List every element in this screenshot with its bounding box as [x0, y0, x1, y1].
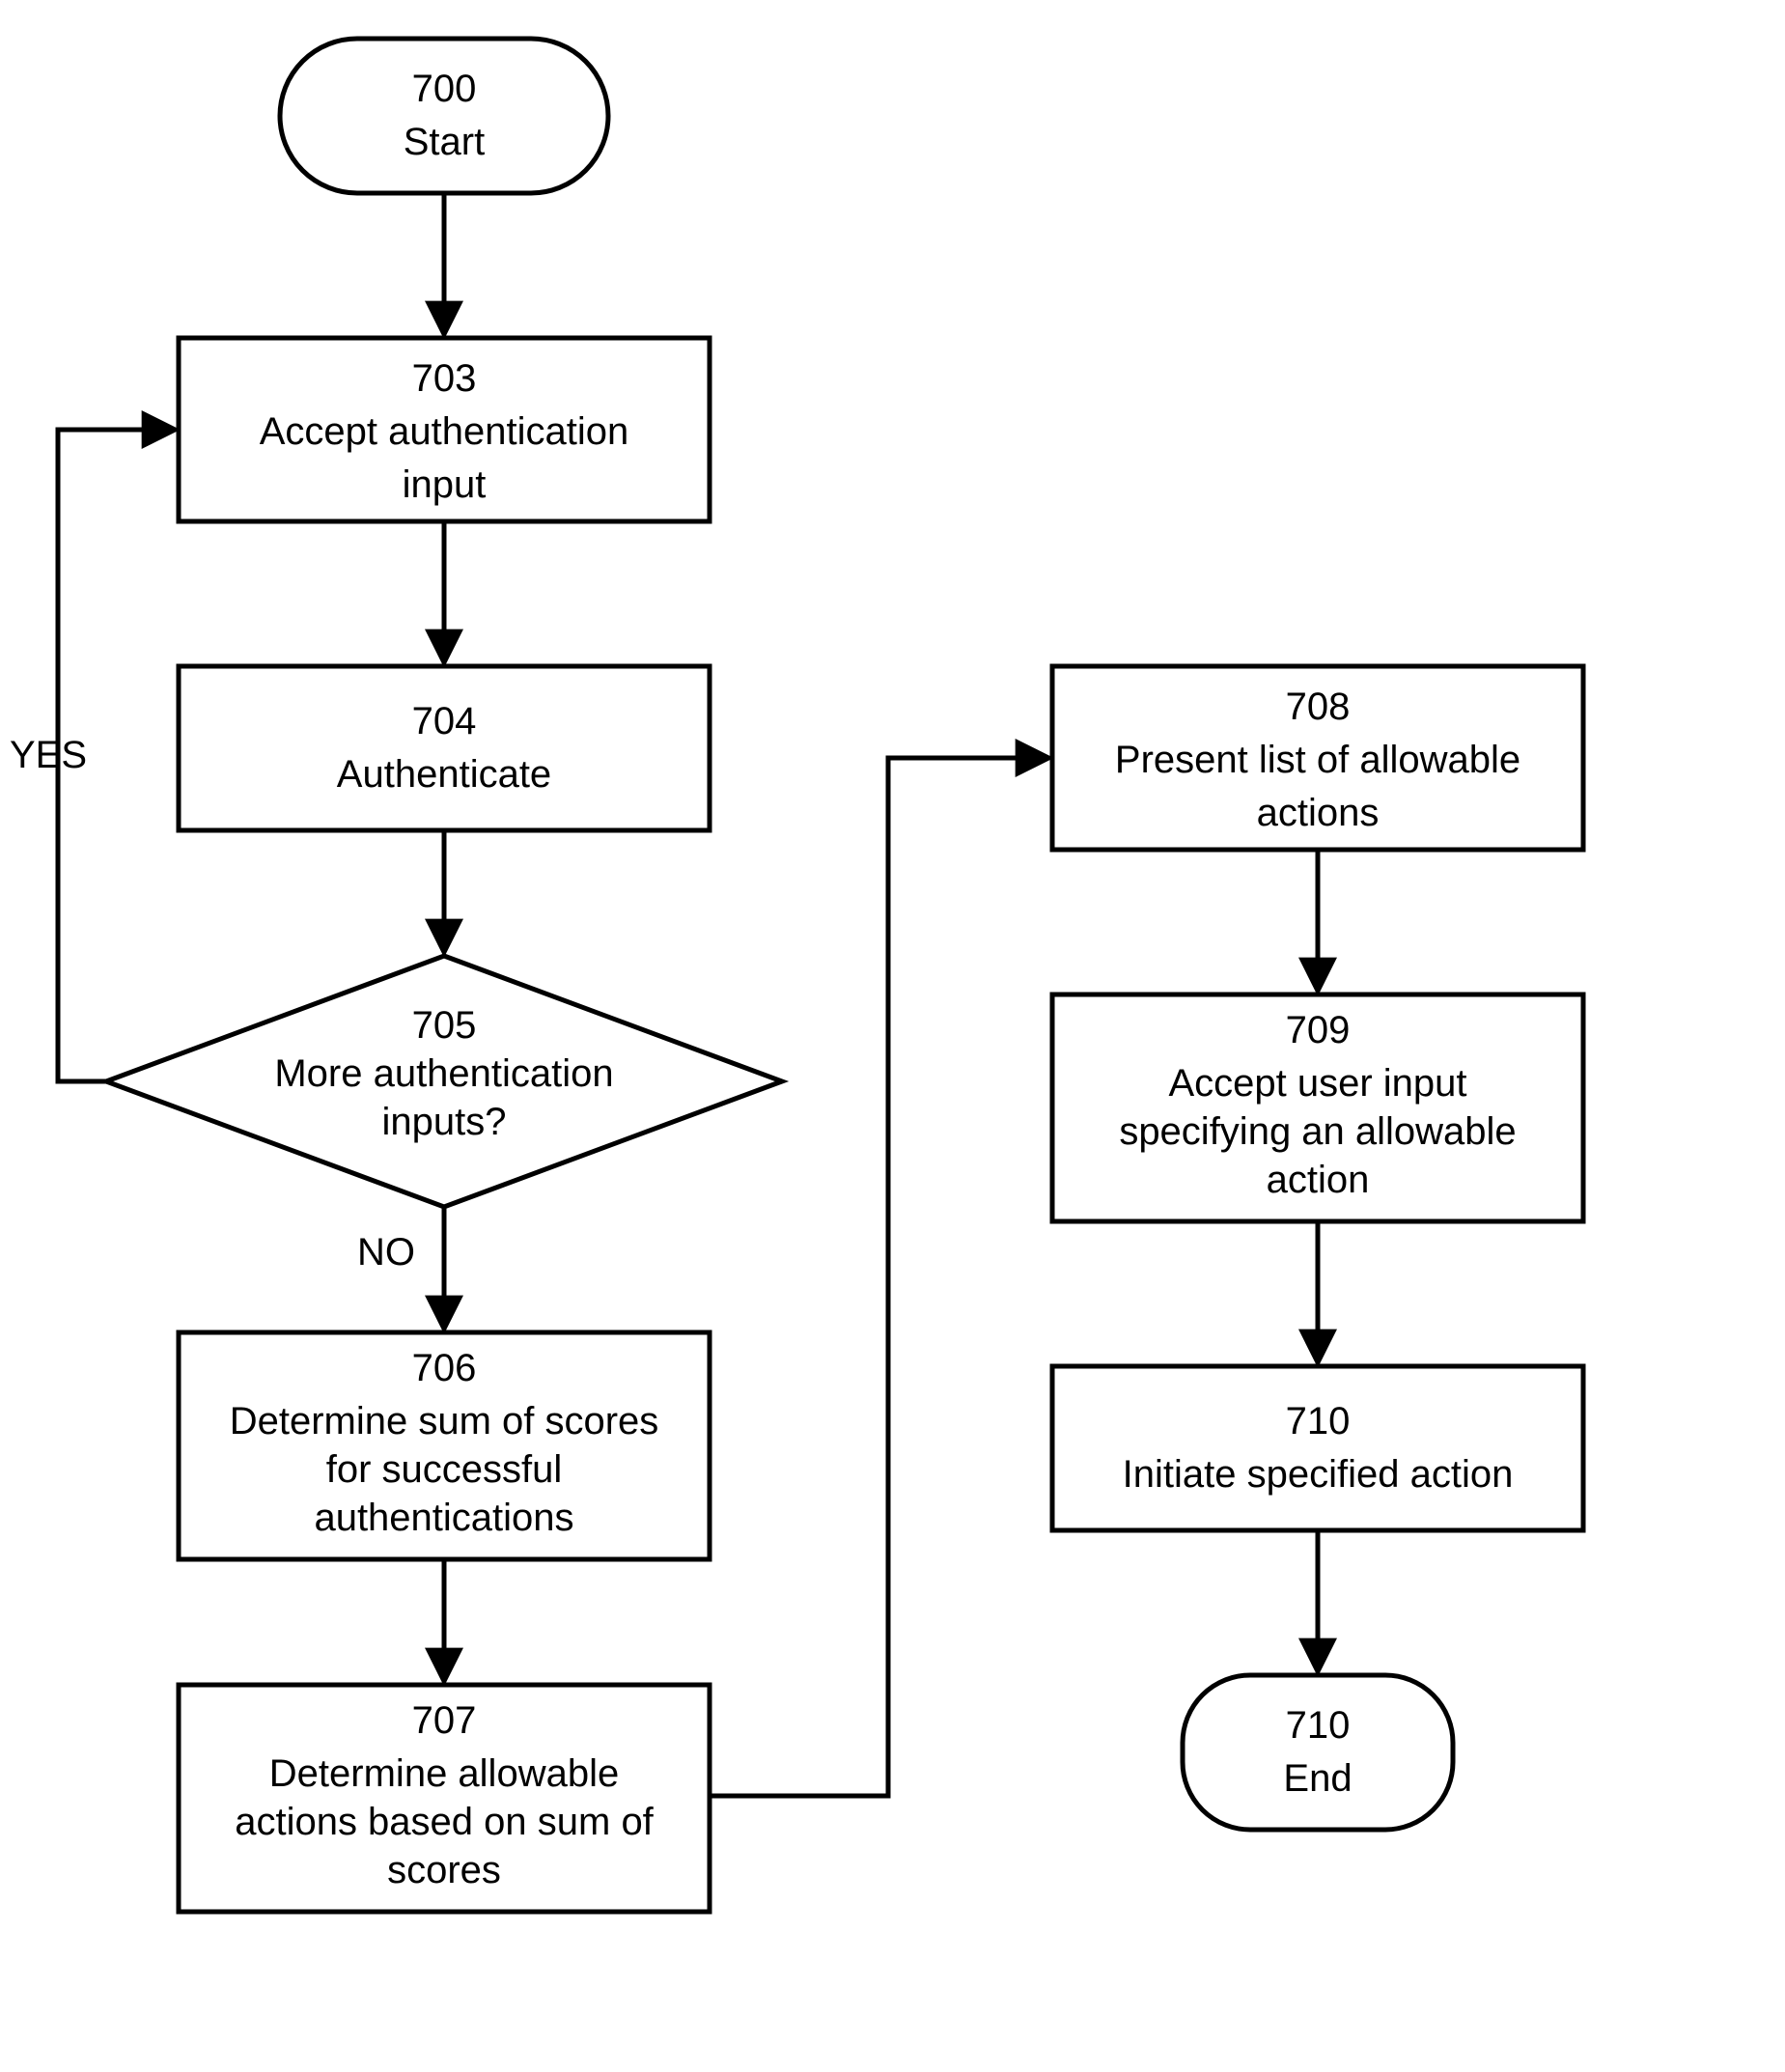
node-706-label1: Determine sum of scores — [230, 1400, 659, 1442]
node-706-label3: authentications — [314, 1497, 573, 1539]
node-704-num: 704 — [412, 700, 477, 742]
node-710: 710 Initiate specified action — [1052, 1366, 1583, 1530]
node-start-label: Start — [404, 121, 485, 163]
label-no: NO — [357, 1231, 415, 1274]
node-705-label2: inputs? — [382, 1101, 507, 1143]
edge-707-to-708 — [710, 758, 1047, 1796]
node-start: 700 Start — [280, 39, 608, 193]
node-705-label1: More authentication — [274, 1052, 613, 1095]
node-703-label2: input — [403, 463, 487, 506]
node-707-label3: scores — [387, 1849, 501, 1891]
node-703-label1: Accept authentication — [260, 410, 628, 453]
node-708-label1: Present list of allowable — [1115, 739, 1520, 781]
node-706-label2: for successful — [326, 1448, 563, 1491]
node-start-num: 700 — [412, 68, 477, 110]
node-709-label2: specifying an allowable — [1119, 1110, 1516, 1153]
node-707-label1: Determine allowable — [269, 1752, 619, 1795]
node-704: 704 Authenticate — [179, 666, 710, 830]
flowchart-diagram: 700 Start 703 Accept authentication inpu… — [0, 0, 1785, 2072]
node-end: 710 End — [1183, 1675, 1453, 1830]
node-708: 708 Present list of allowable actions — [1052, 666, 1583, 850]
label-yes: YES — [10, 734, 87, 776]
node-709-label3: action — [1267, 1159, 1370, 1201]
node-end-label: End — [1283, 1757, 1352, 1800]
node-709-label1: Accept user input — [1168, 1062, 1466, 1105]
node-706-num: 706 — [412, 1347, 477, 1389]
node-709-num: 709 — [1286, 1009, 1351, 1051]
node-705-num: 705 — [412, 1004, 477, 1047]
node-710-label1: Initiate specified action — [1123, 1453, 1514, 1496]
node-710-num: 710 — [1286, 1400, 1351, 1442]
node-703-num: 703 — [412, 357, 477, 400]
node-708-label2: actions — [1257, 792, 1380, 834]
node-705: 705 More authentication inputs? — [106, 956, 782, 1207]
node-707-num: 707 — [412, 1699, 477, 1742]
node-708-num: 708 — [1286, 686, 1351, 728]
node-709: 709 Accept user input specifying an allo… — [1052, 994, 1583, 1221]
node-706: 706 Determine sum of scores for successf… — [179, 1332, 710, 1559]
node-707: 707 Determine allowable actions based on… — [179, 1685, 710, 1912]
node-703: 703 Accept authentication input — [179, 338, 710, 521]
node-707-label2: actions based on sum of — [235, 1801, 654, 1843]
node-end-num: 710 — [1286, 1704, 1351, 1747]
node-704-label1: Authenticate — [337, 753, 551, 796]
